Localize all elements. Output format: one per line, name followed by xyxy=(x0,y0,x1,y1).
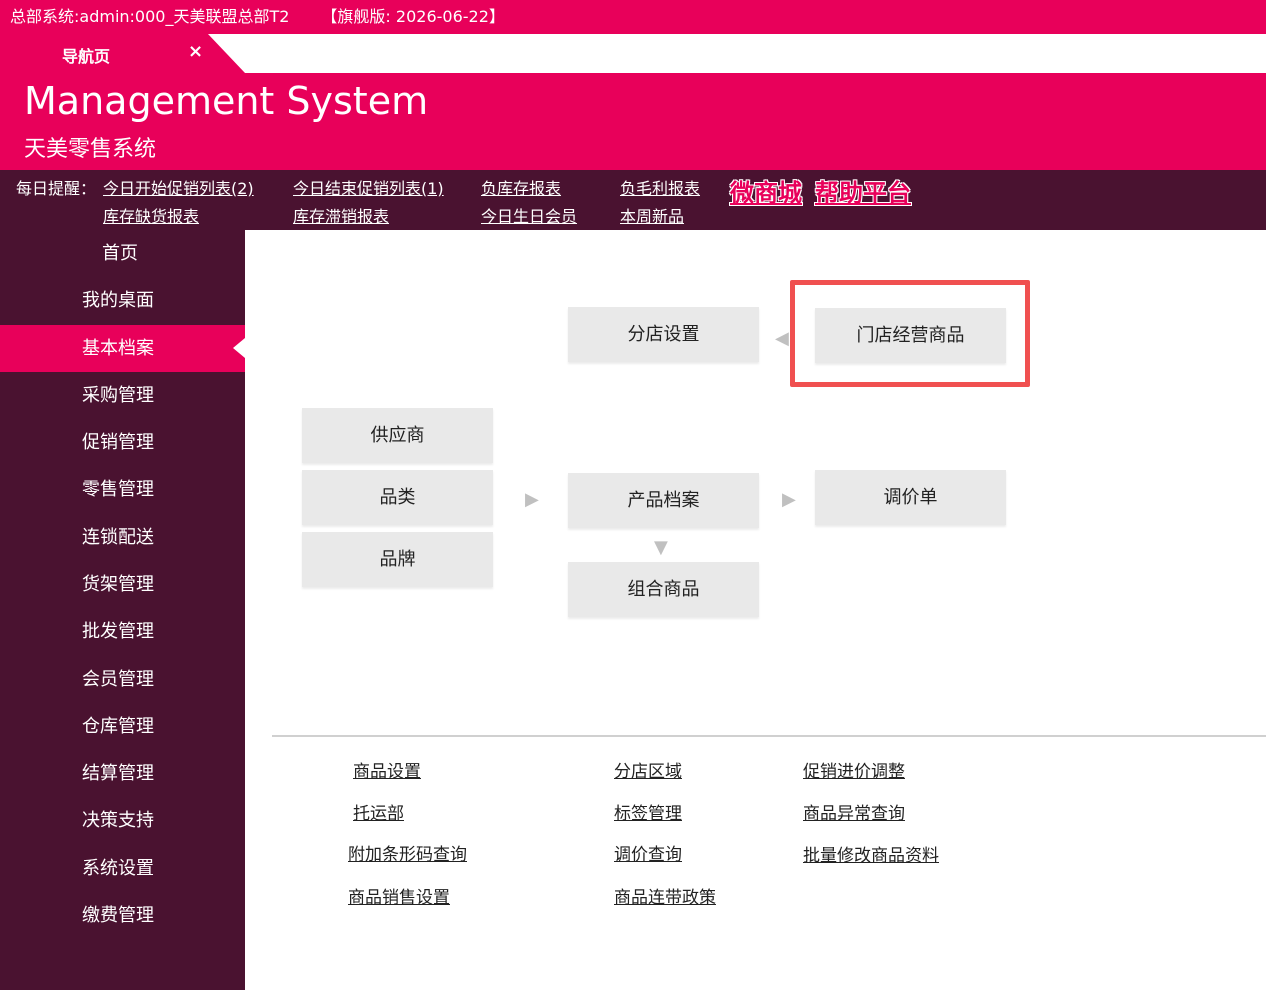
reminder-birthday-members[interactable]: 今日生日会员 xyxy=(481,203,577,227)
link-batch-edit[interactable]: 批量修改商品资料 xyxy=(803,841,939,866)
brand-button[interactable]: 品牌 xyxy=(302,532,493,587)
reminder-negative-margin[interactable]: 负毛利报表 xyxy=(620,175,700,199)
sidebar-item-wholesale[interactable]: 批发管理 xyxy=(0,608,245,655)
divider xyxy=(272,735,1266,737)
link-sales-settings[interactable]: 商品销售设置 xyxy=(348,883,450,908)
reminder-promo-end[interactable]: 今日结束促销列表(1) xyxy=(293,175,444,199)
link-promo-cost-adjust[interactable]: 促销进价调整 xyxy=(803,757,905,782)
price-adjust-button[interactable]: 调价单 xyxy=(815,470,1006,525)
link-shipping[interactable]: 托运部 xyxy=(353,799,404,824)
category-button[interactable]: 品类 xyxy=(302,470,493,525)
system-info: 总部系统:admin:000_天美联盟总部T2 xyxy=(10,7,290,26)
reminder-negative-stock[interactable]: 负库存报表 xyxy=(481,175,561,199)
reminder-slow-moving[interactable]: 库存滞销报表 xyxy=(293,203,389,227)
sidebar-item-purchase[interactable]: 采购管理 xyxy=(0,372,245,419)
reminder-stock-shortage[interactable]: 库存缺货报表 xyxy=(103,203,199,227)
arrow-down-icon: ▼ xyxy=(654,537,668,558)
link-label-management[interactable]: 标签管理 xyxy=(614,799,682,824)
link-product-settings[interactable]: 商品设置 xyxy=(353,757,421,782)
sidebar-item-member[interactable]: 会员管理 xyxy=(0,656,245,703)
close-icon[interactable]: × xyxy=(188,41,203,62)
reminder-promo-start[interactable]: 今日开始促销列表(2) xyxy=(103,175,254,199)
app-subtitle: 天美零售系统 xyxy=(24,137,157,162)
link-linked-policy[interactable]: 商品连带政策 xyxy=(614,883,716,908)
sidebar-item-retail[interactable]: 零售管理 xyxy=(0,466,245,513)
link-product-anomaly[interactable]: 商品异常查询 xyxy=(803,799,905,824)
title-bar: 总部系统:admin:000_天美联盟总部T2 【旗舰版: 2026-06-22】 xyxy=(0,0,1266,34)
tab-navigation[interactable]: 导航页 × xyxy=(0,34,245,73)
sidebar-item-promotion[interactable]: 促销管理 xyxy=(0,419,245,466)
sidebar-item-desktop[interactable]: 我的桌面 xyxy=(0,277,245,324)
sidebar-item-home[interactable]: 首页 xyxy=(0,230,245,277)
arrow-right-icon: ▶ xyxy=(525,489,539,510)
product-archive-button[interactable]: 产品档案 xyxy=(568,473,759,528)
tab-label: 导航页 xyxy=(62,47,111,66)
header: Management System 天美零售系统 xyxy=(0,73,1266,170)
combo-product-button[interactable]: 组合商品 xyxy=(568,562,759,617)
reminder-new-products[interactable]: 本周新品 xyxy=(620,203,684,227)
store-products-button[interactable]: 门店经营商品 xyxy=(815,308,1006,363)
version-info: 【旗舰版: 2026-06-22】 xyxy=(321,7,505,26)
supplier-button[interactable]: 供应商 xyxy=(302,408,493,463)
tab-strip: 导航页 × xyxy=(0,34,1266,73)
sidebar-item-warehouse[interactable]: 仓库管理 xyxy=(0,703,245,750)
sidebar-item-distribution[interactable]: 连锁配送 xyxy=(0,514,245,561)
arrow-left-icon: ◀ xyxy=(775,328,789,349)
link-extra-barcode[interactable]: 附加条形码查询 xyxy=(348,840,467,865)
sidebar-item-billing[interactable]: 缴费管理 xyxy=(0,892,245,939)
link-branch-region[interactable]: 分店区域 xyxy=(614,757,682,782)
sidebar-item-settlement[interactable]: 结算管理 xyxy=(0,750,245,797)
sidebar-item-shelf[interactable]: 货架管理 xyxy=(0,561,245,608)
sidebar-item-decision[interactable]: 决策支持 xyxy=(0,797,245,844)
help-platform-link[interactable]: 帮助平台 xyxy=(815,173,911,208)
sidebar-item-basic-archive[interactable]: 基本档案 xyxy=(0,325,245,372)
sidebar: 首页 我的桌面 基本档案 采购管理 促销管理 零售管理 连锁配送 货架管理 批发… xyxy=(0,230,245,990)
app-title: Management System xyxy=(24,79,429,123)
arrow-right-icon: ▶ xyxy=(782,489,796,510)
daily-reminders: 每日提醒： 今日开始促销列表(2) 今日结束促销列表(1) 负库存报表 负毛利报… xyxy=(0,170,1266,230)
sidebar-item-system[interactable]: 系统设置 xyxy=(0,845,245,892)
link-price-query[interactable]: 调价查询 xyxy=(614,840,682,865)
main-content: 分店设置 ◀ 门店经营商品 供应商 品类 品牌 ▶ 产品档案 ▶ 调价单 ▼ 组… xyxy=(245,230,1266,990)
branch-settings-button[interactable]: 分店设置 xyxy=(568,307,759,362)
reminder-label: 每日提醒： xyxy=(16,179,97,198)
micro-mall-link[interactable]: 微商城 xyxy=(730,173,802,208)
